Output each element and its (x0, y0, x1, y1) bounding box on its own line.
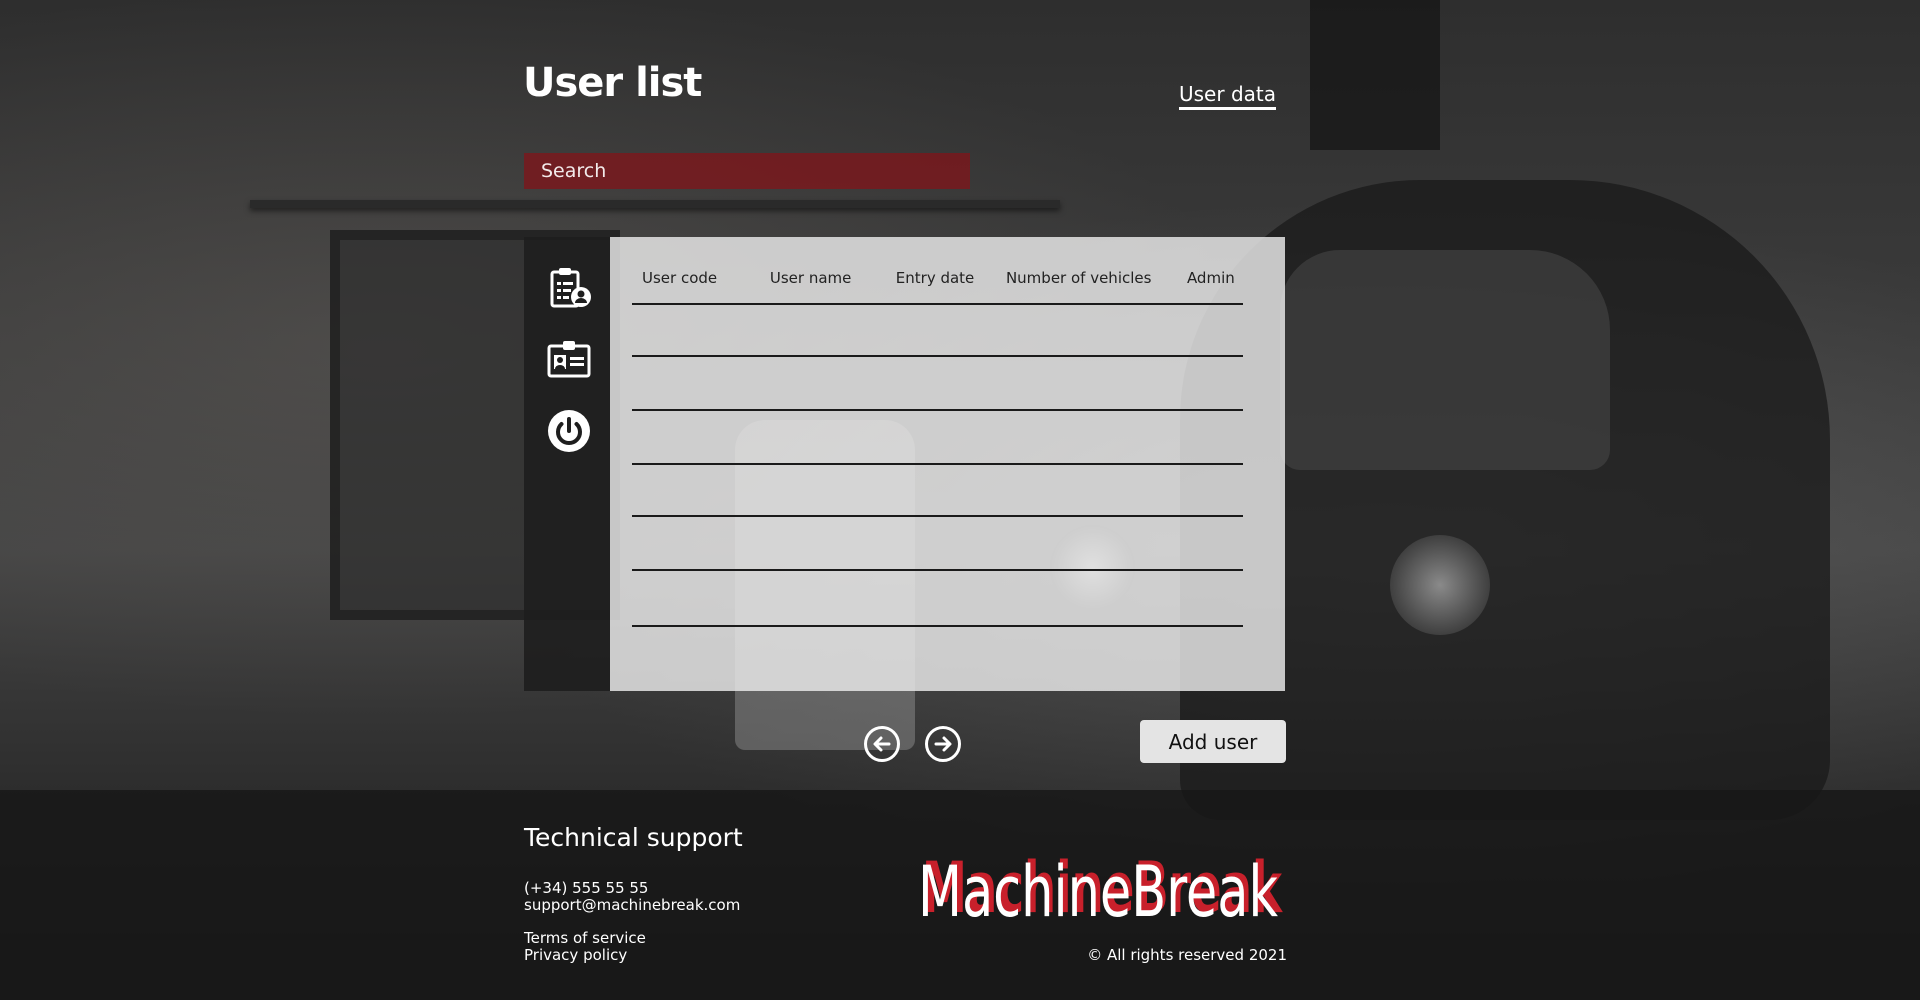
previous-page-button[interactable] (864, 726, 900, 762)
next-page-button[interactable] (925, 726, 961, 762)
column-header-admin[interactable]: Admin (1187, 267, 1243, 303)
user-table: User code User name Entry date Number of… (610, 237, 1285, 691)
table-row-divider (632, 515, 1243, 517)
column-header-entry-date[interactable]: Entry date (896, 267, 1006, 303)
column-header-user-code[interactable]: User code (632, 267, 770, 303)
table-header: User code User name Entry date Number of… (632, 267, 1243, 305)
copyright-text: © All rights reserved 2021 (1087, 946, 1287, 964)
table-row-divider (632, 463, 1243, 465)
arrow-right-icon (934, 736, 952, 752)
id-card-icon[interactable] (546, 336, 592, 382)
support-phone: (+34) 555 55 55 (524, 879, 649, 897)
background-headlamp (1390, 535, 1490, 635)
table-row-divider (632, 625, 1243, 627)
sidebar (524, 237, 610, 691)
table-row-divider (632, 355, 1243, 357)
privacy-policy-link[interactable]: Privacy policy (524, 946, 627, 964)
background-car-window (1280, 250, 1610, 470)
support-email: support@machinebreak.com (524, 896, 741, 914)
support-title: Technical support (524, 823, 743, 852)
logo-text: MachineBreak (918, 851, 1278, 928)
add-user-button[interactable]: Add user (1140, 720, 1286, 763)
machinebreak-logo: MachineBreak MachineBreak (918, 847, 1284, 928)
user-data-link[interactable]: User data (1179, 82, 1276, 110)
background-sign (1310, 0, 1440, 150)
power-icon[interactable] (546, 408, 592, 454)
user-list-icon[interactable] (546, 266, 592, 312)
page-title: User list (523, 60, 702, 106)
column-header-vehicles[interactable]: Number of vehicles (1006, 267, 1187, 303)
arrow-left-icon (873, 736, 891, 752)
table-row-divider (632, 569, 1243, 571)
terms-of-service-link[interactable]: Terms of service (524, 929, 646, 947)
table-row-divider (632, 409, 1243, 411)
search-input[interactable] (524, 153, 970, 189)
background-shelf (250, 200, 1060, 208)
column-header-user-name[interactable]: User name (770, 267, 896, 303)
